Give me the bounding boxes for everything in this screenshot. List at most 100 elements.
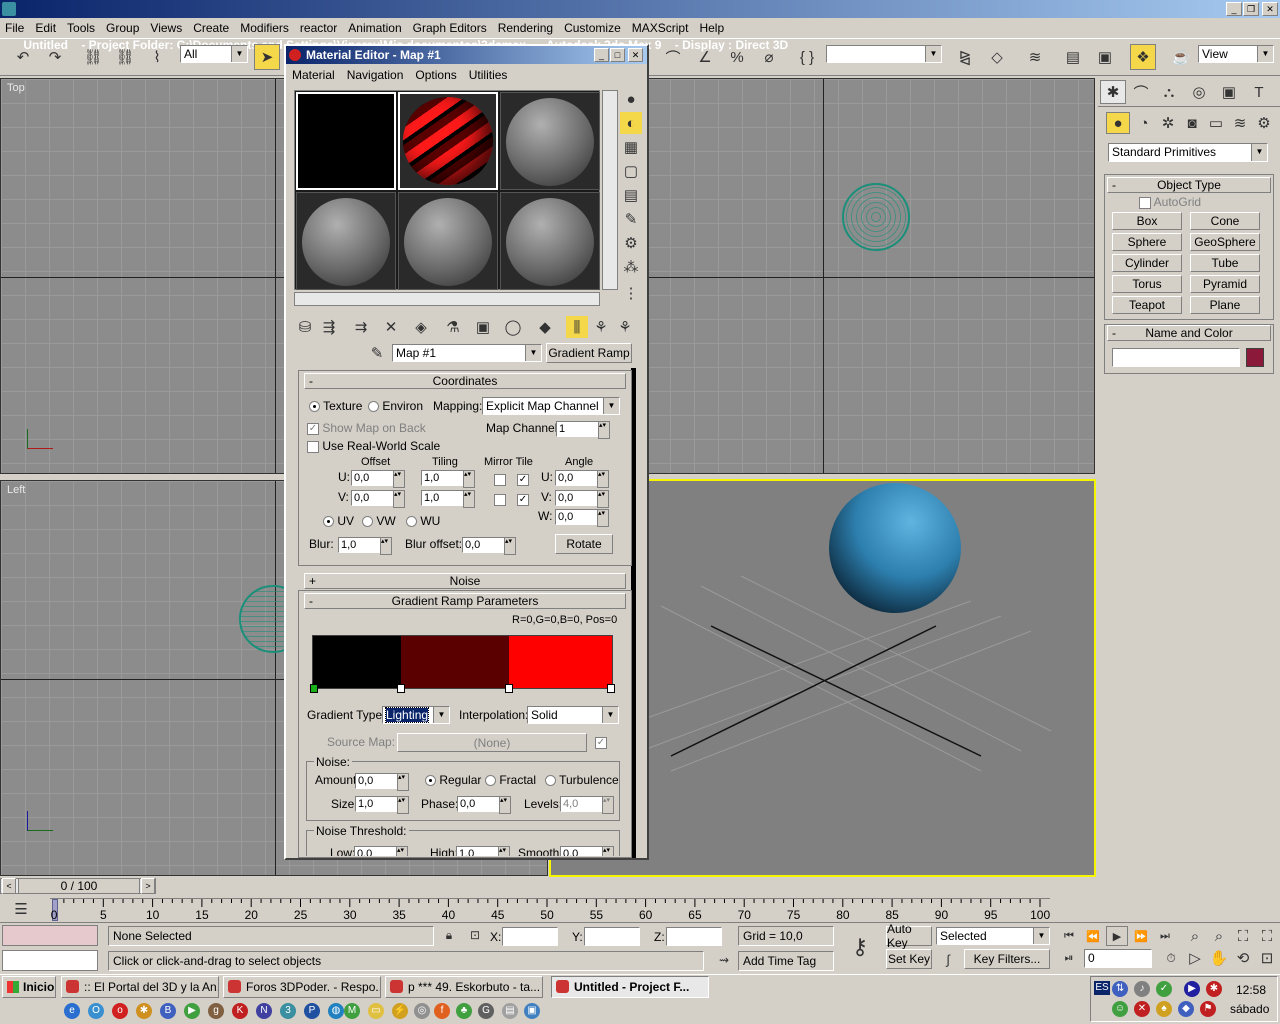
menu-views[interactable]: Views [150, 19, 182, 37]
material-effects-icon[interactable]: ▣ [472, 316, 494, 338]
sample-slot-1[interactable] [296, 92, 396, 190]
menu-create[interactable]: Create [193, 19, 229, 37]
redo-icon[interactable]: ↷ [42, 44, 68, 70]
me-minimize-button[interactable]: _ [594, 48, 609, 62]
select-link-icon[interactable]: ⛓ [80, 44, 106, 70]
v-offset-spinner[interactable]: 0,0 [351, 490, 405, 508]
mirror-icon[interactable]: ⧎ [952, 44, 978, 70]
cameras-icon[interactable]: ◙ [1180, 112, 1204, 134]
current-frame-input[interactable]: 0 [1084, 949, 1152, 968]
material-navigator-icon[interactable]: ⋮ [620, 282, 642, 304]
amount-spinner[interactable]: 0,0 [355, 773, 409, 791]
helpers-icon[interactable]: ▭ [1204, 112, 1228, 134]
shapes-icon[interactable]: ◔ [1132, 112, 1156, 134]
named-selection-icon[interactable]: { } [794, 44, 820, 70]
named-selection-combo[interactable]: ▼ [826, 45, 942, 63]
bind-space-warp-icon[interactable]: ⌇ [144, 44, 170, 70]
align-icon[interactable]: ◇ [984, 44, 1010, 70]
menu-group[interactable]: Group [106, 19, 139, 37]
sample-slot-5[interactable] [398, 192, 498, 290]
quicklaunch-k-icon[interactable]: K [232, 1003, 248, 1019]
create-tab-icon[interactable]: ✱ [1100, 80, 1126, 104]
play-icon[interactable]: ▶ [1106, 926, 1128, 946]
show-end-result-icon[interactable]: ◆ [534, 316, 556, 338]
show-map-on-back-checkbox[interactable]: ✓ Show Map on Back [307, 421, 426, 435]
environ-radio[interactable]: Environ [368, 399, 423, 413]
slots-hscroll[interactable] [294, 292, 600, 306]
undo-icon[interactable]: ↶ [10, 44, 36, 70]
quicklaunch-outlook-icon[interactable]: O [88, 1003, 104, 1019]
quicklaunch-firefox-icon[interactable]: f [434, 1003, 450, 1019]
track-bar-icon[interactable]: ☰ [8, 898, 34, 920]
go-to-start-icon[interactable]: ⏮ [1058, 926, 1080, 946]
ramp-flag-1[interactable] [397, 684, 405, 693]
spinner-snap-icon[interactable]: ⌀ [756, 44, 782, 70]
quicklaunch-g-icon[interactable]: G [478, 1003, 494, 1019]
lock-selection-icon[interactable]: 🔒︎ [440, 925, 458, 945]
go-forward-sibling-icon[interactable]: ⚘ [590, 316, 612, 338]
menu-rendering[interactable]: Rendering [498, 19, 553, 37]
uv-radio[interactable]: UV [323, 514, 354, 528]
tray-vpn-icon[interactable]: ◆ [1178, 1001, 1194, 1017]
teapot-button[interactable]: Teapot [1112, 296, 1182, 314]
quicklaunch-app-icon[interactable]: ✱ [136, 1003, 152, 1019]
time-next-button[interactable]: > [141, 878, 155, 894]
me-menu-utilities[interactable]: Utilities [469, 68, 508, 84]
quicklaunch-msn-icon[interactable]: M [344, 1003, 360, 1019]
zoom-all-icon[interactable]: ⌕ [1208, 926, 1230, 946]
phase-spinner[interactable]: 0,0 [457, 796, 511, 814]
vw-radio[interactable]: VW [362, 514, 396, 528]
motion-tab-icon[interactable]: ◎ [1186, 80, 1212, 104]
quicklaunch-winamp-icon[interactable]: ⚡ [392, 1003, 408, 1019]
menu-modifiers[interactable]: Modifiers [240, 19, 289, 37]
z-coordinate-input[interactable] [666, 927, 722, 946]
close-button[interactable]: ✕ [1262, 2, 1278, 16]
zoom-extents-all-icon[interactable]: ⛶ [1256, 926, 1278, 946]
me-menu-navigation[interactable]: Navigation [347, 68, 404, 84]
object-color-swatch[interactable] [1246, 348, 1264, 367]
video-color-icon[interactable]: ▤ [620, 184, 642, 206]
go-to-end-icon[interactable]: ⏭ [1154, 926, 1176, 946]
display-tab-icon[interactable]: ▣ [1216, 80, 1242, 104]
zoom-extents-icon[interactable]: ⛶ [1232, 926, 1254, 946]
space-warps-icon[interactable]: ≋ [1228, 112, 1252, 134]
high-spinner[interactable]: 1,0 [456, 846, 510, 856]
interpolation-combo[interactable]: Solid ▼ [527, 706, 619, 724]
show-map-icon[interactable]: ◯ [502, 316, 524, 338]
blur-spinner[interactable]: 1,0 [338, 537, 392, 555]
clock[interactable]: 12:58 [1236, 983, 1266, 997]
torus-button[interactable]: Torus [1112, 275, 1182, 293]
quicklaunch-doc-icon[interactable]: ▤ [502, 1003, 518, 1019]
task-portal-3d[interactable]: :: El Portal del 3D y la An... [61, 976, 219, 998]
me-close-button[interactable]: ✕ [628, 48, 643, 62]
arc-rotate-icon[interactable]: ⟲ [1232, 948, 1254, 968]
w-angle-spinner[interactable]: 0,0 [555, 509, 609, 527]
v-angle-spinner[interactable]: 0,0 [555, 490, 609, 508]
sample-slot-4[interactable] [296, 192, 396, 290]
me-maximize-button[interactable]: □ [610, 48, 625, 62]
percent-snap-icon[interactable]: % [724, 44, 750, 70]
slots-vscroll[interactable] [602, 90, 618, 290]
tray-shield-icon[interactable]: ✕ [1134, 1001, 1150, 1017]
tray-security-icon[interactable]: ♠ [1156, 1001, 1172, 1017]
task-3dsmax[interactable]: Untitled - Project F... [551, 976, 709, 998]
u-tiling-spinner[interactable]: 1,0 [421, 470, 475, 488]
quicklaunch-opera-icon[interactable]: o [112, 1003, 128, 1019]
task-eskorbuto[interactable]: p *** 49. Eskorbuto - ta... [385, 976, 543, 998]
set-key-icon[interactable]: ⚷ [842, 930, 878, 964]
cylinder-button[interactable]: Cylinder [1112, 254, 1182, 272]
geosphere-button[interactable]: GeoSphere [1190, 233, 1260, 251]
quicklaunch-cd-icon[interactable]: ◎ [414, 1003, 430, 1019]
menu-edit[interactable]: Edit [35, 19, 56, 37]
quicklaunch-gimp-icon[interactable]: g [208, 1003, 224, 1019]
tray-alert-icon[interactable]: ⚑ [1200, 1001, 1216, 1017]
selected-combo[interactable]: Selected ▼ [936, 927, 1050, 945]
eyedropper-icon[interactable]: ✎ [366, 343, 388, 363]
material-editor-icon[interactable]: ❖ [1130, 44, 1156, 70]
quicklaunch-ps-icon[interactable]: P [304, 1003, 320, 1019]
unlink-icon[interactable]: ⛓ [112, 44, 138, 70]
background-icon[interactable]: ▦ [620, 136, 642, 158]
pyramid-button[interactable]: Pyramid [1190, 275, 1260, 293]
object-name-input[interactable] [1112, 348, 1240, 367]
map-type-button[interactable]: Gradient Ramp [546, 343, 632, 363]
